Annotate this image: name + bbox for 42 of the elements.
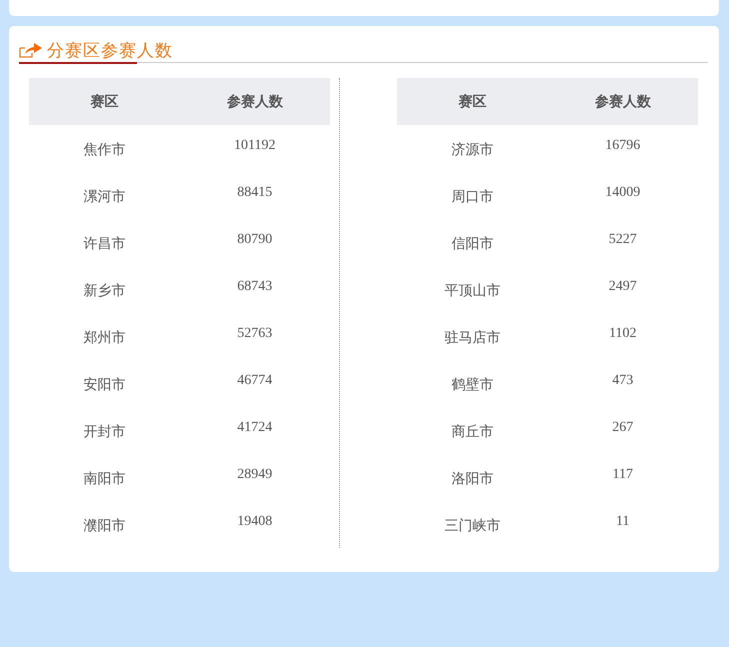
table-cell-text: 周口市 xyxy=(450,188,494,206)
column-header: 参赛人数 xyxy=(594,92,652,110)
table-cell-text: 14009 xyxy=(604,184,642,200)
table-cell-text: 郑州市 xyxy=(82,328,126,346)
table-cell-text: 济源市 xyxy=(450,140,494,158)
table-cell-text: 5227 xyxy=(608,232,638,248)
table-cell-text: 41724 xyxy=(236,420,274,436)
table-cell-text: 117 xyxy=(612,466,634,482)
table-cell-text: 88415 xyxy=(236,184,274,200)
table-cell-text: 鹤壁市 xyxy=(450,376,494,394)
table-cell-text: 商丘市 xyxy=(450,422,494,440)
external-link-icon xyxy=(19,41,43,59)
table-cell-text: 洛阳市 xyxy=(450,470,494,488)
table-cell-text: 80790 xyxy=(236,232,274,248)
column-header: 赛区 xyxy=(89,92,120,110)
table-cell-text: 驻马店市 xyxy=(443,328,502,346)
table-cell-text: 安阳市 xyxy=(82,376,126,394)
table-cell-text: 68743 xyxy=(236,278,274,294)
table-cell-text: 新乡市 xyxy=(82,282,126,300)
table-cell-text: 101192 xyxy=(233,138,276,154)
table-cell-text: 11 xyxy=(615,514,630,530)
table-cell-text: 1102 xyxy=(608,326,638,342)
column-header: 赛区 xyxy=(457,92,488,110)
table-cell-text: 许昌市 xyxy=(82,234,126,252)
table-cell-text: 濮阳市 xyxy=(82,516,126,534)
table-cell-text: 19408 xyxy=(236,514,274,530)
table-cell-text: 52763 xyxy=(236,326,274,342)
table-cell-text: 平顶山市 xyxy=(443,282,502,300)
table-cell-text: 漯河市 xyxy=(82,188,126,206)
table-cell-text: 267 xyxy=(611,420,634,436)
table-cell-text: 46774 xyxy=(236,372,274,388)
table-cell-text: 2497 xyxy=(608,278,638,294)
table-cell-text: 16796 xyxy=(604,138,642,154)
table-cell-text: 南阳市 xyxy=(82,470,126,488)
table-cell-text: 开封市 xyxy=(82,422,126,440)
column-header: 参赛人数 xyxy=(226,92,284,110)
table-cell-text: 473 xyxy=(611,372,634,388)
table-cell-text: 28949 xyxy=(236,466,274,482)
section-title: 分赛区参赛人数 xyxy=(47,40,173,62)
table-cell-text: 信阳市 xyxy=(450,234,494,252)
table-cell-text: 三门峡市 xyxy=(443,516,502,534)
table-cell-text: 焦作市 xyxy=(82,140,126,158)
